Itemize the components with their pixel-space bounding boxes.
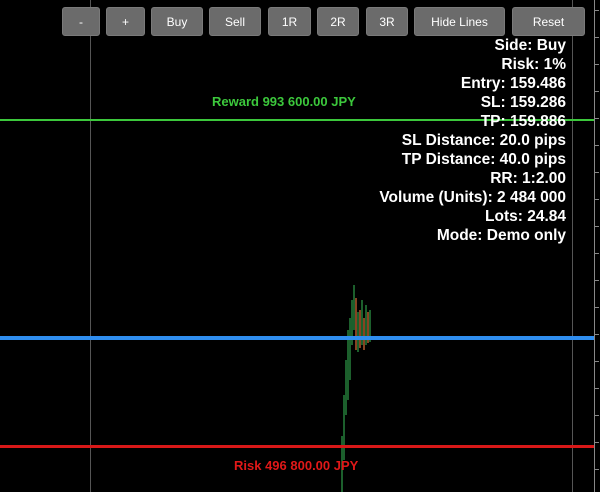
decrease-button[interactable]: - — [62, 7, 100, 36]
lots-text: Lots: 24.84 — [485, 208, 566, 225]
buy-button[interactable]: Buy — [151, 7, 203, 36]
entry-text: Entry: 159.486 — [460, 75, 566, 92]
rr-text: RR: 1:2.00 — [490, 170, 566, 187]
tp-distance-text: TP Distance: 40.0 pips — [401, 151, 566, 168]
hide-lines-button[interactable]: Hide Lines — [414, 7, 505, 36]
tp-text: TP: 159.886 — [480, 113, 566, 130]
reward-label: Reward 993 600.00 JPY — [212, 94, 356, 109]
volume-text: Volume (Units): 2 484 000 — [379, 189, 566, 206]
risk-text: Risk: 1% — [501, 56, 566, 73]
2r-button[interactable]: 2R — [317, 7, 359, 36]
trade-info-panel: Side: Buy Risk: 1% Entry: 159.486 SL: 15… — [379, 36, 566, 245]
side-text: Side: Buy — [494, 37, 566, 54]
stop-loss-line[interactable] — [0, 445, 594, 448]
increase-button[interactable]: + — [106, 7, 145, 36]
3r-button[interactable]: 3R — [366, 7, 408, 36]
mode-text: Mode: Demo only — [436, 227, 566, 244]
reset-button[interactable]: Reset — [512, 7, 585, 36]
risk-label: Risk 496 800.00 JPY — [234, 458, 359, 473]
sell-button[interactable]: Sell — [209, 7, 261, 36]
1r-button[interactable]: 1R — [268, 7, 311, 36]
entry-line[interactable] — [0, 336, 594, 340]
sl-text: SL: 159.286 — [480, 94, 566, 111]
sl-distance-text: SL Distance: 20.0 pips — [401, 132, 566, 149]
